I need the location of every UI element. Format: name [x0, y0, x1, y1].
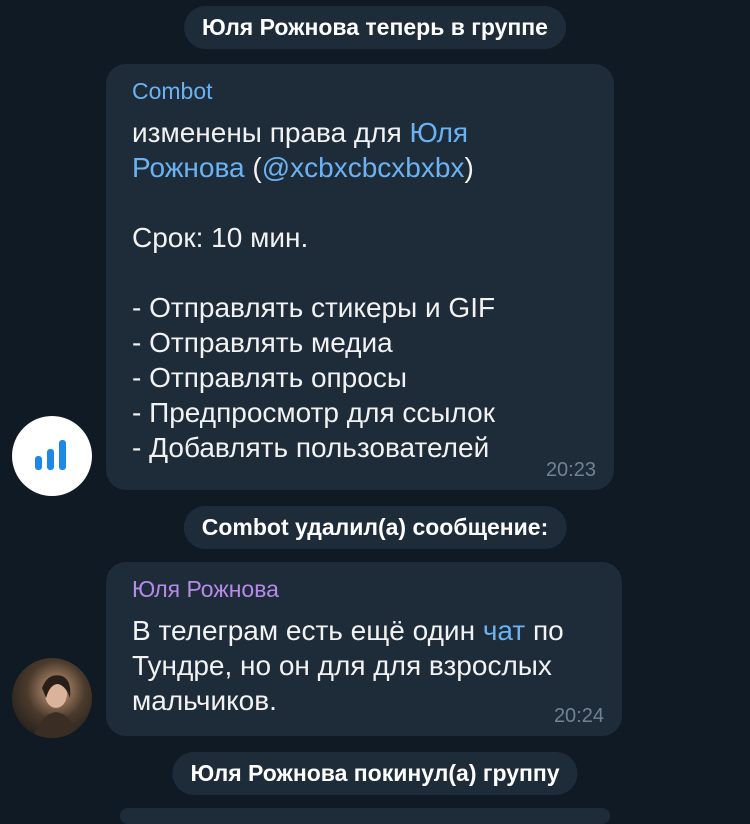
bot-avatar[interactable] — [12, 416, 92, 496]
service-text: Combot удалил(а) сообщение: — [201, 514, 549, 540]
paren-open: ( — [244, 152, 262, 183]
message-sender[interactable]: Combot — [132, 78, 588, 105]
message-time: 20:24 — [553, 705, 604, 727]
chat-link[interactable]: чат — [483, 615, 525, 646]
service-text: Юля Рожнова теперь в группе — [202, 14, 548, 40]
username-link[interactable]: @xcbxcbcxbxbx — [262, 152, 465, 183]
message-text-prefix: изменены права для — [132, 117, 410, 148]
message-time: 20:23 — [545, 459, 596, 481]
bar-chart-icon — [35, 440, 66, 470]
service-message-joined: Юля Рожнова теперь в группе — [184, 6, 566, 49]
service-message-deleted: Combot удалил(а) сообщение: — [183, 506, 567, 549]
user-photo — [34, 675, 78, 738]
next-message-bubble-partial — [120, 808, 610, 824]
service-message-left: Юля Рожнова покинул(а) группу — [172, 752, 578, 795]
message-bubble-user[interactable]: Юля Рожнова В телеграм есть ещё один чат… — [106, 562, 622, 736]
message-sender[interactable]: Юля Рожнова — [132, 576, 596, 603]
term-text: Срок: 10 мин. — [132, 222, 309, 253]
permissions-list: - Отправлять стикеры и GIF - Отправлять … — [132, 292, 496, 463]
message-text-before: В телеграм есть ещё один — [132, 615, 483, 646]
user-avatar[interactable] — [12, 658, 92, 738]
message-text: В телеграм есть ещё один чат по Тундре, … — [132, 613, 596, 718]
service-text: Юля Рожнова покинул(а) группу — [190, 760, 560, 786]
message-text: изменены права для Юля Рожнова (@xcbxcbc… — [132, 115, 588, 185]
paren-close: ) — [464, 152, 474, 183]
message-bubble-bot[interactable]: Combot изменены права для Юля Рожнова (@… — [106, 64, 614, 490]
